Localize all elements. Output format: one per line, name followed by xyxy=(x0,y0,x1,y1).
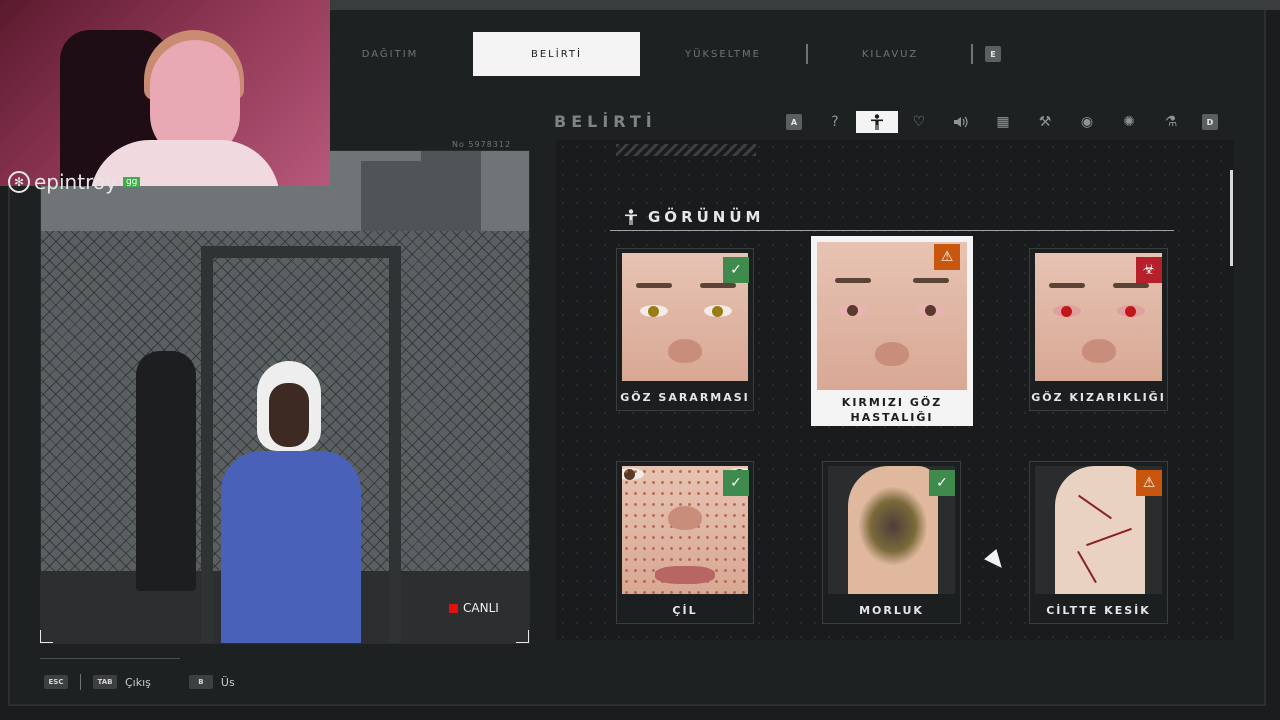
symptom-label: CİLTTE KESİK xyxy=(1046,604,1151,617)
heartbeat-icon[interactable]: ♡ xyxy=(898,111,940,133)
briefcase-icon[interactable]: ▦ xyxy=(982,111,1024,133)
nose xyxy=(668,339,702,363)
symptom-card-morluk[interactable]: ✓ MORLUK xyxy=(822,461,961,624)
brand-logo-icon: ✻ xyxy=(8,171,30,193)
guard-figure xyxy=(136,351,196,591)
warning-icon: ⚠ xyxy=(1136,470,1162,496)
scrollbar[interactable] xyxy=(1230,170,1233,266)
tab-separator xyxy=(806,44,808,64)
question-icon[interactable]: ? xyxy=(814,111,856,133)
eye-icon[interactable]: ◉ xyxy=(1066,111,1108,133)
eye xyxy=(704,305,732,317)
nose xyxy=(668,506,702,530)
body-icon xyxy=(625,209,637,225)
eyebrow xyxy=(700,283,736,288)
check-shield-icon: ✓ xyxy=(723,257,749,283)
flask-icon[interactable]: ⚗ xyxy=(1150,111,1192,133)
corner-mark xyxy=(516,630,529,643)
streamer-webcam xyxy=(0,0,330,186)
tab-kilavuz[interactable]: KILAVUZ xyxy=(830,32,950,76)
symptom-card-goz-sararmasi[interactable]: ✓ GÖZ SARARMASI xyxy=(616,248,754,411)
section-title-text: GÖRÜNÜM xyxy=(648,208,765,226)
person-body xyxy=(221,451,361,643)
category-next-key[interactable]: D xyxy=(1202,114,1218,130)
nose xyxy=(1081,339,1116,363)
sound-icon[interactable] xyxy=(940,111,982,133)
section-divider xyxy=(610,230,1174,231)
record-dot-icon xyxy=(449,603,458,613)
esc-key[interactable]: ESC xyxy=(44,675,68,689)
exit-label[interactable]: Çıkış xyxy=(125,676,151,689)
symptom-label: ÇİL xyxy=(672,604,698,617)
section-title: GÖRÜNÜM xyxy=(624,208,764,226)
warning-icon: ⚠ xyxy=(934,244,960,270)
symptom-card-cil[interactable]: ✓ ÇİL xyxy=(616,461,754,624)
tab-separator xyxy=(971,44,973,64)
symptom-card-kirmizi-goz-hastaligi[interactable]: ⚠ KIRMIZI GÖZ HASTALIĞI xyxy=(811,236,973,426)
virus-icon[interactable]: ✺ xyxy=(1108,111,1150,133)
corner-mark xyxy=(40,630,53,643)
body-icon[interactable] xyxy=(856,111,898,133)
symptom-label-line2: HASTALIĞI xyxy=(850,411,934,424)
category-bar: A ? ♡ ▦ ⚒ ◉ ✺ ⚗ D xyxy=(786,110,1218,134)
tab-key[interactable]: TAB xyxy=(93,675,117,689)
eye xyxy=(1053,305,1081,317)
eyebrow xyxy=(835,278,871,283)
nose xyxy=(875,342,909,366)
eye xyxy=(917,304,945,316)
tab-next-key[interactable]: E xyxy=(985,46,1001,62)
top-strip xyxy=(330,0,1280,10)
tab-dagitim[interactable]: DAĞITIM xyxy=(330,32,450,76)
symptom-label: GÖZ KIZARIKLIĞI xyxy=(1031,391,1166,404)
brand-watermark: ✻ epintroy gg xyxy=(8,170,141,194)
eye xyxy=(1117,305,1145,317)
lips xyxy=(655,566,715,584)
biohazard-icon: ☣ xyxy=(1136,257,1162,283)
bottom-bar: ESC TAB Çıkış B Üs xyxy=(44,674,235,690)
symptom-card-goz-kizarikligi[interactable]: ☣ GÖZ KIZARIKLIĞI xyxy=(1029,248,1168,411)
symptom-label: GÖZ SARARMASI xyxy=(620,391,750,404)
tab-belirti[interactable]: BELİRTİ xyxy=(473,32,640,76)
separator xyxy=(80,674,81,690)
hatch-decoration xyxy=(616,144,756,156)
bruise xyxy=(858,486,928,566)
main-tabs: DAĞITIM BELİRTİ YÜKSELTME KILAVUZ E xyxy=(330,30,1030,78)
eyebrow xyxy=(913,278,949,283)
brand-name: epintroy xyxy=(34,170,117,194)
leg-illustration xyxy=(1055,466,1145,594)
b-key[interactable]: B xyxy=(188,675,213,689)
person-face xyxy=(269,383,309,447)
symptom-label: MORLUK xyxy=(859,604,924,617)
eye xyxy=(839,304,867,316)
category-prev-key[interactable]: A xyxy=(786,114,802,130)
eye xyxy=(640,305,668,317)
bottom-divider xyxy=(40,658,180,659)
panel-title: BELİRTİ xyxy=(554,112,657,131)
tools-icon[interactable]: ⚒ xyxy=(1024,111,1066,133)
symptom-card-ciltte-kesik[interactable]: ⚠ CİLTTE KESİK xyxy=(1029,461,1168,624)
brand-badge: gg xyxy=(122,177,141,187)
check-shield-icon: ✓ xyxy=(723,470,749,496)
eyebrow xyxy=(1113,283,1149,288)
check-shield-icon: ✓ xyxy=(929,470,955,496)
live-label: CANLI xyxy=(463,601,499,615)
camera-id: No 5978312 xyxy=(452,140,512,149)
live-indicator: CANLI xyxy=(449,601,499,615)
camera-feed: CANLI xyxy=(40,150,530,644)
eyebrow xyxy=(1049,283,1085,288)
base-label[interactable]: Üs xyxy=(221,676,235,689)
symptom-label: KIRMIZI GÖZ HASTALIĞI xyxy=(811,395,973,425)
eyebrow xyxy=(636,283,672,288)
tab-yukseltme[interactable]: YÜKSELTME xyxy=(660,32,786,76)
symptom-label-line1: KIRMIZI GÖZ xyxy=(841,396,943,409)
